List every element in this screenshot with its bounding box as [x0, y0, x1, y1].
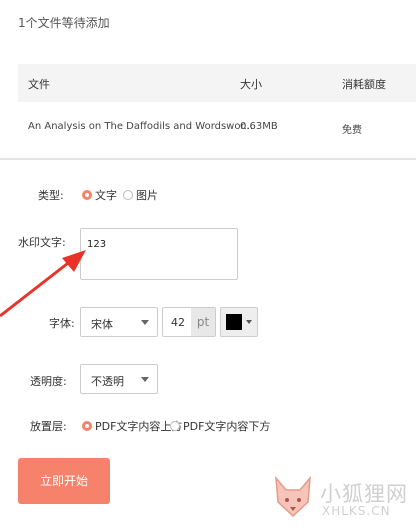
chevron-down-icon: [246, 320, 252, 324]
chevron-down-icon: [141, 320, 149, 325]
section-divider: [0, 158, 416, 160]
font-color-picker[interactable]: [220, 307, 258, 337]
fox-logo-icon: [275, 476, 311, 518]
font-size-input[interactable]: 42 pt: [162, 307, 216, 337]
type-image-label[interactable]: 图片: [136, 187, 158, 203]
font-select-value: 宋体: [91, 318, 113, 331]
column-file: 文件: [28, 78, 50, 91]
file-table-header: 文件 大小 消耗额度: [18, 64, 416, 102]
file-size: 0.63MB: [240, 121, 278, 132]
font-label: 字体:: [49, 317, 75, 330]
opacity-select-value: 不透明: [91, 375, 124, 388]
type-text-radio[interactable]: [82, 190, 92, 200]
type-label: 类型:: [38, 189, 64, 202]
type-text-label[interactable]: 文字: [95, 187, 117, 203]
font-size-unit: pt: [191, 308, 215, 336]
column-size: 大小: [240, 78, 262, 91]
file-count-label: 1个文件等待添加: [18, 16, 110, 30]
color-swatch: [226, 314, 242, 330]
opacity-select[interactable]: 不透明: [80, 364, 158, 394]
file-name: An Analysis on The Daffodils and Wordswo…: [28, 121, 254, 132]
file-cost: 免费: [342, 125, 362, 136]
layer-below-label[interactable]: PDF文字内容下方: [183, 418, 270, 434]
watermark-text-input[interactable]: 123: [80, 228, 238, 280]
layer-above-radio[interactable]: [82, 421, 92, 431]
layer-label: 放置层:: [30, 420, 67, 433]
type-image-radio[interactable]: [123, 190, 133, 200]
opacity-label: 透明度:: [30, 375, 67, 388]
font-size-value: 42: [171, 316, 185, 329]
font-select[interactable]: 宋体: [80, 307, 158, 337]
chevron-down-icon: [141, 377, 149, 382]
start-button[interactable]: 立即开始: [18, 458, 110, 504]
column-cost: 消耗额度: [342, 78, 386, 91]
watermark-label: 水印文字:: [18, 236, 66, 249]
layer-below-radio[interactable]: [170, 421, 180, 431]
watermark-domain: XHLKS.CN: [322, 504, 391, 518]
